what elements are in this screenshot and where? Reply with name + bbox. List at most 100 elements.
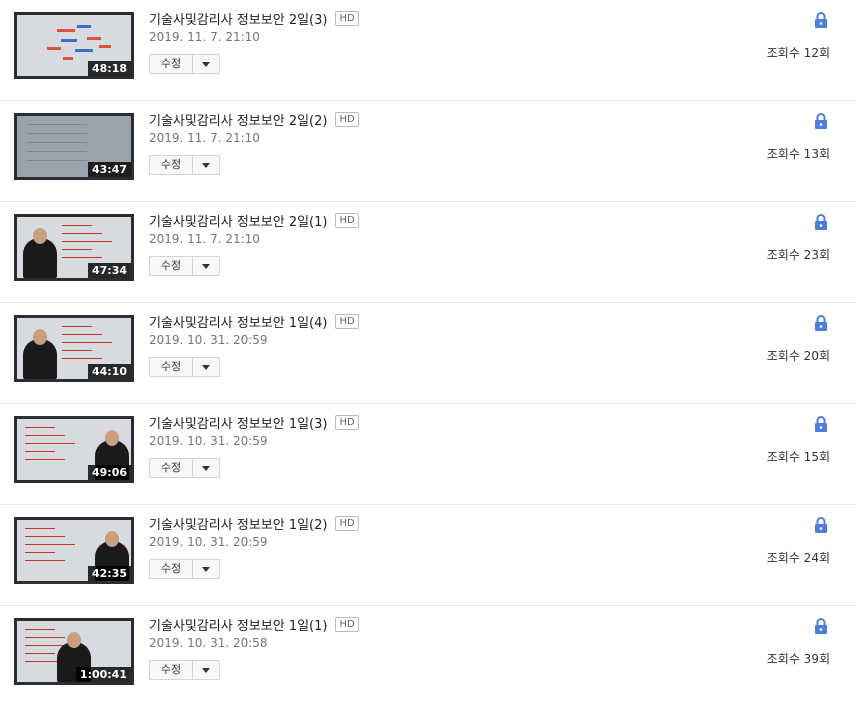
hd-badge: HD: [335, 313, 359, 329]
lock-icon[interactable]: [814, 113, 828, 129]
edit-dropdown-button[interactable]: [193, 661, 219, 679]
video-title[interactable]: 기술사및감리사 정보보안 2일(2): [149, 110, 327, 129]
upload-date: 2019. 10. 31. 20:59: [149, 333, 268, 347]
edit-dropdown-button[interactable]: [193, 257, 219, 275]
writing-line: [25, 637, 65, 638]
hd-badge: HD: [335, 414, 359, 430]
video-title[interactable]: 기술사및감리사 정보보안 1일(4): [149, 312, 327, 331]
upload-date: 2019. 11. 7. 21:10: [149, 232, 260, 246]
video-duration: 48:18: [87, 61, 131, 76]
lock-icon[interactable]: [814, 214, 828, 230]
writing-line: [25, 552, 55, 553]
chevron-down-icon: [202, 263, 210, 269]
lock-shackle: [816, 315, 826, 322]
video-duration: 42:35: [87, 566, 131, 581]
writing-line: [25, 435, 65, 436]
lock-keyhole: [819, 325, 823, 328]
title-line: 기술사및감리사 정보보안 2일(3) HD: [149, 9, 359, 28]
edit-button[interactable]: 수정: [150, 55, 193, 73]
writing-line: [62, 257, 102, 258]
writing-line: [62, 249, 92, 250]
chevron-down-icon: [202, 61, 210, 67]
video-thumbnail[interactable]: 47:34: [14, 214, 134, 281]
writing-line: [25, 629, 55, 630]
screen-line: [27, 142, 87, 143]
edit-button[interactable]: 수정: [150, 358, 193, 376]
writing-line: [25, 560, 65, 561]
writing-line: [62, 358, 102, 359]
lock-icon[interactable]: [814, 315, 828, 331]
hd-badge: HD: [335, 212, 359, 228]
video-thumbnail[interactable]: 42:35: [14, 517, 134, 584]
writing-line: [62, 233, 102, 234]
writing-line: [25, 443, 75, 444]
video-thumbnail[interactable]: 49:06: [14, 416, 134, 483]
video-thumbnail[interactable]: 1:00:41: [14, 618, 134, 685]
edit-button[interactable]: 수정: [150, 560, 193, 578]
view-count: 조회수 12회: [766, 46, 830, 60]
view-count: 조회수 24회: [766, 551, 830, 565]
video-duration: 1:00:41: [75, 667, 131, 682]
lock-icon[interactable]: [814, 12, 828, 28]
presenter-head: [33, 329, 47, 345]
lock-icon[interactable]: [814, 416, 828, 432]
edit-button-group: 수정: [149, 357, 220, 377]
video-title[interactable]: 기술사및감리사 정보보안 2일(1): [149, 211, 327, 230]
diagram-block: [57, 29, 75, 32]
screen-line: [27, 151, 87, 152]
lock-shackle: [816, 517, 826, 524]
video-title[interactable]: 기술사및감리사 정보보안 1일(2): [149, 514, 327, 533]
writing-line: [62, 334, 102, 335]
video-list: 48:18 기술사및감리사 정보보안 2일(3) HD 2019. 11. 7.…: [0, 0, 856, 707]
presenter-head: [105, 430, 119, 446]
diagram-block: [99, 45, 111, 48]
writing-line: [62, 225, 92, 226]
edit-dropdown-button[interactable]: [193, 55, 219, 73]
edit-dropdown-button[interactable]: [193, 459, 219, 477]
edit-button[interactable]: 수정: [150, 257, 193, 275]
video-duration: 49:06: [87, 465, 131, 480]
edit-button[interactable]: 수정: [150, 459, 193, 477]
lock-shackle: [816, 416, 826, 423]
video-thumbnail[interactable]: 43:47: [14, 113, 134, 180]
diagram-block: [77, 25, 91, 28]
lock-icon[interactable]: [814, 618, 828, 634]
hd-badge: HD: [335, 111, 359, 127]
edit-dropdown-button[interactable]: [193, 560, 219, 578]
chevron-down-icon: [202, 465, 210, 471]
writing-line: [62, 326, 92, 327]
edit-button-group: 수정: [149, 458, 220, 478]
video-duration: 44:10: [87, 364, 131, 379]
edit-button-group: 수정: [149, 256, 220, 276]
video-row: 49:06 기술사및감리사 정보보안 1일(3) HD 2019. 10. 31…: [0, 404, 856, 505]
edit-dropdown-button[interactable]: [193, 156, 219, 174]
video-title[interactable]: 기술사및감리사 정보보안 1일(3): [149, 413, 327, 432]
video-title[interactable]: 기술사및감리사 정보보안 1일(1): [149, 615, 327, 634]
video-thumbnail[interactable]: 44:10: [14, 315, 134, 382]
lock-icon[interactable]: [814, 517, 828, 533]
edit-button[interactable]: 수정: [150, 661, 193, 679]
hd-badge: HD: [335, 10, 359, 26]
edit-dropdown-button[interactable]: [193, 358, 219, 376]
writing-line: [25, 459, 65, 460]
edit-button[interactable]: 수정: [150, 156, 193, 174]
video-row: 44:10 기술사및감리사 정보보안 1일(4) HD 2019. 10. 31…: [0, 303, 856, 404]
video-row: 42:35 기술사및감리사 정보보안 1일(2) HD 2019. 10. 31…: [0, 505, 856, 606]
upload-date: 2019. 10. 31. 20:58: [149, 636, 268, 650]
edit-button-group: 수정: [149, 155, 220, 175]
screen-line: [27, 124, 87, 125]
video-info: 기술사및감리사 정보보안 1일(4) HD 2019. 10. 31. 20:5…: [149, 312, 359, 377]
writing-line: [25, 427, 55, 428]
view-count: 조회수 13회: [766, 147, 830, 161]
view-count: 조회수 39회: [766, 652, 830, 666]
video-thumbnail[interactable]: 48:18: [14, 12, 134, 79]
video-title[interactable]: 기술사및감리사 정보보안 2일(3): [149, 9, 327, 28]
lock-keyhole: [819, 628, 823, 631]
writing-line: [25, 544, 75, 545]
lock-keyhole: [819, 22, 823, 25]
lock-shackle: [816, 12, 826, 19]
lock-keyhole: [819, 426, 823, 429]
chevron-down-icon: [202, 667, 210, 673]
presenter-head: [33, 228, 47, 244]
chevron-down-icon: [202, 162, 210, 168]
